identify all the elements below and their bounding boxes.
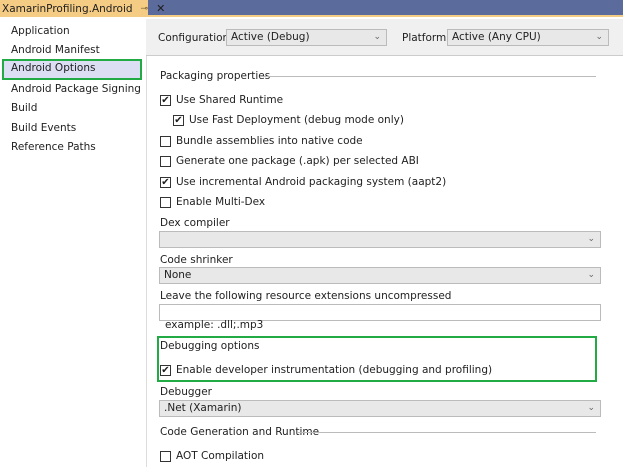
- uncompressed-extensions-label: Leave the following resource extensions …: [160, 290, 452, 302]
- chevron-down-icon: ⌄: [587, 270, 595, 280]
- debugging-options-heading: Debugging options: [160, 340, 260, 352]
- per-abi-package-checkbox[interactable]: [160, 156, 171, 167]
- multi-dex-checkbox[interactable]: [160, 197, 171, 208]
- pin-icon[interactable]: ⊸: [141, 4, 149, 14]
- per-abi-package-label: Generate one package (.apk) per selected…: [176, 155, 419, 167]
- platform-value: Active (Any CPU): [452, 31, 541, 43]
- use-fast-deployment-checkbox[interactable]: ✔: [173, 115, 184, 126]
- platform-label: Platform:: [402, 32, 450, 44]
- bundle-assemblies-checkbox[interactable]: [160, 136, 171, 147]
- configuration-label: Configuration:: [158, 32, 233, 44]
- use-shared-runtime-checkbox[interactable]: ✔: [160, 95, 171, 106]
- tab-title: XamarinProfiling.Android: [2, 2, 133, 15]
- chevron-down-icon: ⌄: [595, 32, 603, 42]
- section-divider: [298, 432, 596, 433]
- code-shrinker-dropdown[interactable]: None ⌄: [159, 267, 601, 284]
- sidebar-item-android-package-signing[interactable]: Android Package Signing: [2, 80, 142, 99]
- multi-dex-label: Enable Multi-Dex: [176, 196, 266, 208]
- developer-instrumentation-label: Enable developer instrumentation (debugg…: [176, 364, 493, 376]
- code-generation-heading: Code Generation and Runtime: [160, 426, 320, 438]
- chevron-down-icon: ⌄: [587, 234, 595, 244]
- sidebar-item-build-events[interactable]: Build Events: [2, 119, 142, 138]
- debugger-value: .Net (Xamarin): [164, 402, 242, 414]
- sidebar-item-android-options[interactable]: Android Options: [2, 59, 142, 80]
- configuration-value: Active (Debug): [231, 31, 310, 43]
- debugger-label: Debugger: [160, 386, 212, 398]
- bundle-assemblies-label: Bundle assemblies into native code: [176, 135, 363, 147]
- sidebar-item-reference-paths[interactable]: Reference Paths: [2, 138, 142, 157]
- example-hint: example: .dll;.mp3: [165, 319, 264, 331]
- dex-compiler-label: Dex compiler: [160, 217, 230, 229]
- developer-instrumentation-checkbox[interactable]: ✔: [160, 365, 171, 376]
- sidebar-item-build[interactable]: Build: [2, 99, 142, 118]
- sidebar-item-application[interactable]: Application: [2, 22, 142, 41]
- code-shrinker-value: None: [164, 269, 192, 281]
- section-divider: [262, 76, 596, 77]
- dex-compiler-dropdown[interactable]: ⌄: [159, 231, 601, 248]
- chevron-down-icon: ⌄: [373, 32, 381, 42]
- debugger-dropdown[interactable]: .Net (Xamarin) ⌄: [159, 400, 601, 417]
- aapt2-checkbox[interactable]: ✔: [160, 177, 171, 188]
- platform-dropdown[interactable]: Active (Any CPU) ⌄: [447, 29, 609, 46]
- document-tab[interactable]: XamarinProfiling.Android ⊸ ✕: [0, 0, 165, 17]
- packaging-properties-heading: Packaging properties: [160, 70, 271, 82]
- use-fast-deployment-label: Use Fast Deployment (debug mode only): [189, 114, 404, 126]
- aot-compilation-checkbox[interactable]: [160, 451, 171, 462]
- aot-compilation-label: AOT Compilation: [176, 450, 265, 462]
- aapt2-label: Use incremental Android packaging system…: [176, 176, 447, 188]
- code-shrinker-label: Code shrinker: [160, 254, 233, 266]
- sidebar: Application Android Manifest Android Opt…: [0, 19, 146, 467]
- close-icon[interactable]: ✕: [156, 2, 165, 15]
- configuration-dropdown[interactable]: Active (Debug) ⌄: [226, 29, 387, 46]
- chevron-down-icon: ⌄: [587, 403, 595, 413]
- use-shared-runtime-label: Use Shared Runtime: [176, 94, 284, 106]
- sidebar-item-android-manifest[interactable]: Android Manifest: [2, 41, 142, 60]
